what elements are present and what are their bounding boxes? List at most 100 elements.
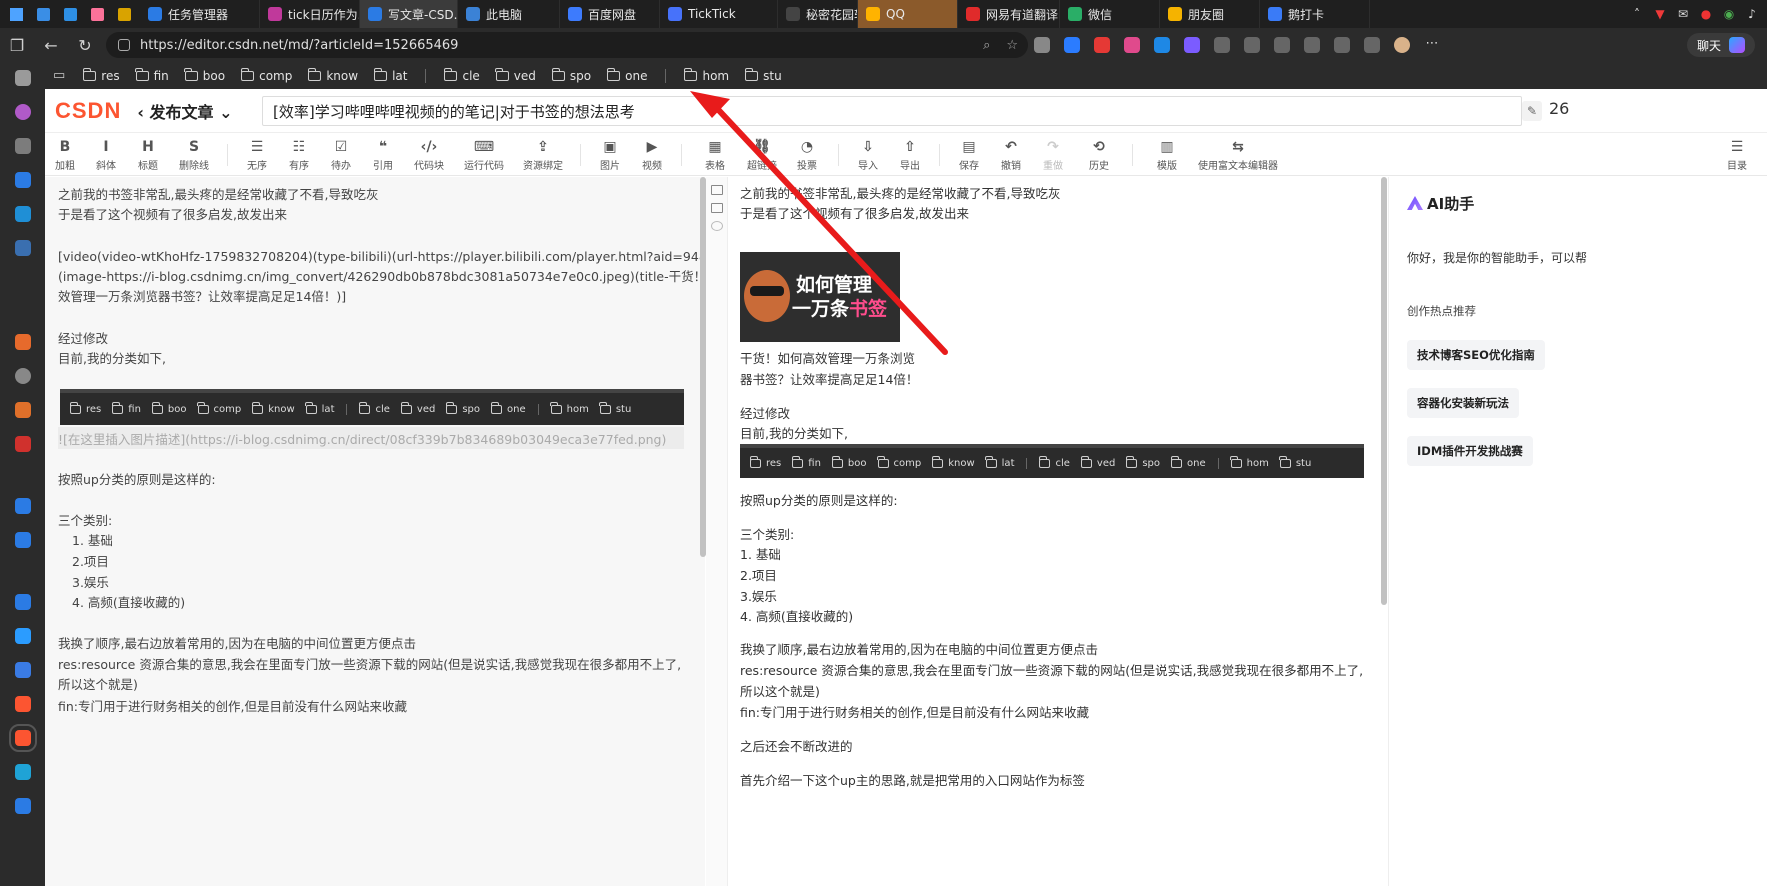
copilot-chat-button[interactable]: 聊天 [1686,33,1755,57]
sidebar-tab-icon[interactable] [14,70,31,86]
toolbar-button[interactable]: ‹/› 代码块 [404,134,454,176]
sidebar-calendar3-icon[interactable] [14,240,31,256]
vscode-icon[interactable] [64,7,77,21]
favorites-icon[interactable] [1304,37,1320,53]
extension-blue-icon[interactable] [1154,37,1170,53]
bookmark-folder[interactable]: lat [368,67,413,83]
sidebar-office-icon[interactable] [14,334,31,350]
browser-tab[interactable]: 秘密花园软... [778,0,858,28]
bilibili-icon[interactable] [91,7,104,21]
preview-eye-icon[interactable] [710,221,723,231]
preview-scrollbar[interactable] [1381,177,1387,605]
back-icon[interactable]: ← [34,36,68,55]
hot-topic-chip-1[interactable]: 技术博客SEO优化指南 [1407,340,1545,370]
chevron-up-icon[interactable]: ˄ [1630,7,1644,21]
bookmark-folder[interactable]: stu [739,67,788,83]
article-title-input[interactable]: [效率]学习哔哩哔哩视频的的笔记|对于书签的想法思考 [262,96,1522,126]
performance-icon[interactable] [1274,37,1290,53]
sidebar-globe-icon[interactable] [14,368,31,384]
sidebar-blue-icon[interactable] [14,798,31,814]
mail-icon[interactable]: ✉ [1676,7,1690,21]
split-view-icon[interactable] [710,203,723,213]
bookmark-folder[interactable]: boo [179,67,231,83]
browser-tab[interactable]: TickTick [660,0,778,28]
toolbar-button[interactable]: ↶ 撤销 [990,134,1032,176]
chrome-icon[interactable]: ◉ [1722,7,1736,21]
favorite-star-icon[interactable]: ☆ [1006,38,1018,53]
browser-tab[interactable]: 写文章-CSD... [360,0,458,28]
toolbar-button[interactable]: ⇆ 使用富文本编辑器 [1193,134,1283,176]
toolbar-button[interactable]: ▤ 保存 [948,134,990,176]
url-field[interactable]: https://editor.csdn.net/md/?articleId=15… [106,32,1028,58]
bookmark-menu-icon[interactable]: ▭ [53,68,65,83]
word-icon[interactable] [118,7,131,21]
profile-avatar[interactable] [1394,37,1410,53]
toolbar-button[interactable]: ☷ 有序 [278,134,320,176]
sidebar-csdn-active-icon[interactable] [8,724,37,752]
bookmark-folder[interactable]: cle [438,67,485,83]
bookmark-folder[interactable]: spo [546,67,597,83]
store-icon[interactable] [37,7,50,21]
refresh-icon[interactable]: ↻ [68,36,102,55]
toolbar-button[interactable]: ☑ 待办 [320,134,362,176]
toolbar-button[interactable]: ⇧ 导出 [889,134,931,176]
speaker-icon[interactable]: ♪ [1745,7,1759,21]
toolbar-button[interactable]: H 标题 [127,134,169,176]
toolbar-button[interactable]: ☰ 目录 [1707,134,1767,176]
toolbar-button[interactable]: I 斜体 [85,134,127,176]
extension-diamond-icon[interactable] [1064,37,1080,53]
sidebar-wechat-icon[interactable] [14,764,31,780]
ai-title-tool-icon[interactable]: ✎ [1522,101,1542,121]
windows-icon[interactable] [10,7,23,21]
toolbar-button[interactable]: ⌨ 运行代码 [454,134,514,176]
sync-scroll-icon[interactable] [710,185,723,195]
extension-scissors-icon[interactable] [1184,37,1200,53]
browser-tab[interactable]: 微信 [1060,0,1160,28]
extension-red-icon[interactable] [1094,37,1110,53]
browser-tab[interactable]: tick日历作为... [260,0,360,28]
publish-article-dropdown[interactable]: ‹ 发布文章 ⌄ [137,99,232,123]
sidebar-game-icon[interactable] [14,138,31,154]
sidebar-cube-icon[interactable] [14,662,31,678]
toolbar-button[interactable]: S 删除线 [169,134,219,176]
downloads-icon[interactable] [1364,37,1380,53]
extension-glasses-icon[interactable] [1034,37,1050,53]
toolbar-button[interactable]: ❝ 引用 [362,134,404,176]
sidebar-youtube-icon[interactable] [14,436,31,452]
zoom-icon[interactable]: ⌕ [983,38,990,53]
browser-tab[interactable]: 朋友圈 [1160,0,1260,28]
toolbar-button[interactable]: ⛓ 超链接 [740,134,784,176]
bookmark-folder[interactable]: hom [678,67,735,83]
bookmark-folder[interactable]: ved [490,67,542,83]
sidebar-search3-icon[interactable] [14,594,31,610]
lock-icon[interactable] [118,39,130,51]
sidebar-search-icon[interactable] [14,498,31,514]
bookmark-folder[interactable]: fin [130,67,175,83]
bookmark-folder[interactable]: one [601,67,653,83]
browser-tab[interactable]: 鹅打卡 [1260,0,1370,28]
sidebar-diamond-icon[interactable] [14,628,31,644]
toolbar-button[interactable]: ▥ 模版 [1141,134,1193,176]
toolbar-button[interactable]: ▣ 图片 [589,134,631,176]
hot-topic-chip-2[interactable]: 容器化安装新玩法 [1407,388,1519,418]
toolbar-button[interactable]: ☰ 无序 [236,134,278,176]
toolbar-button[interactable]: ⇩ 导入 [847,134,889,176]
browser-tab[interactable]: QQ [858,0,958,28]
bookmark-folder[interactable]: know [302,67,364,83]
video-thumbnail[interactable]: 如何管理 一万条书签 [740,252,900,342]
csdn-logo[interactable]: CSDN [55,98,121,124]
sidebar-purple-icon[interactable] [14,104,31,120]
browser-tab[interactable]: 此电脑 [458,0,560,28]
toolbar-button[interactable]: B 加粗 [45,134,85,176]
toolbar-button[interactable]: ⇪ 资源绑定 [514,134,572,176]
toolbar-button[interactable]: ▶ 视频 [631,134,673,176]
collections-icon[interactable] [1334,37,1350,53]
sidebar-calendar2-icon[interactable] [14,206,31,222]
sidebar-csdn-icon[interactable] [14,696,31,712]
toolbar-button[interactable]: ↷ 重做 [1032,134,1074,176]
vivaldi-icon[interactable]: ▼ [1653,7,1667,21]
browser-tab[interactable]: 百度网盘 [560,0,660,28]
tabs-overview-icon[interactable]: ❐ [0,36,34,55]
hot-topic-chip-3[interactable]: IDM插件开发挑战赛 [1407,436,1533,466]
more-menu-icon[interactable]: ⋯ [1424,37,1440,53]
